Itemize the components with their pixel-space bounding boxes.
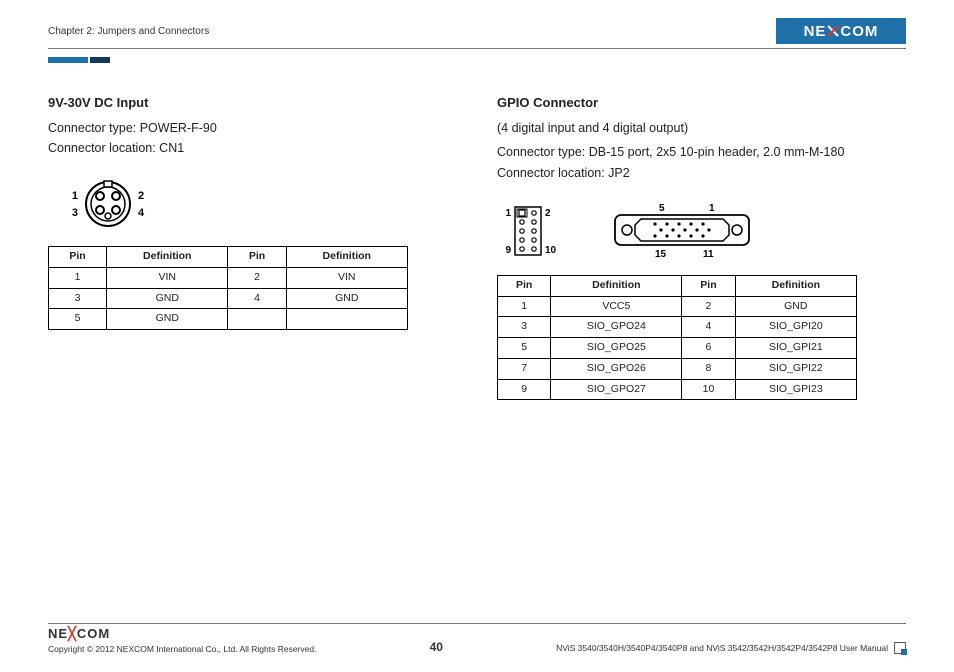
svg-text:10: 10: [545, 245, 557, 256]
svg-text:2: 2: [545, 208, 551, 219]
copyright-text: Copyright © 2012 NEXCOM International Co…: [48, 644, 316, 654]
th-pin: Pin: [498, 275, 551, 296]
th-pin: Pin: [228, 247, 286, 268]
table-row: 7SIO_GPO26 8SIO_GPI22: [498, 358, 857, 379]
table-header-row: Pin Definition Pin Definition: [49, 247, 408, 268]
gpio-location: Connector location: JP2: [497, 164, 906, 183]
pin-label-2: 2: [138, 190, 144, 202]
section-dc-input: 9V-30V DC Input Connector type: POWER-F-…: [48, 93, 457, 400]
svg-text:9: 9: [505, 245, 511, 256]
dc-input-type: Connector type: POWER-F-90: [48, 119, 457, 138]
gpio-pin-table: Pin Definition Pin Definition 1VCC5 2GND…: [497, 275, 857, 401]
brand-logo: NE COM: [776, 18, 906, 44]
table-row: 5SIO_GPO25 6SIO_GPI21: [498, 338, 857, 359]
gpio-title: GPIO Connector: [497, 93, 906, 113]
th-pin: Pin: [49, 247, 107, 268]
th-def: Definition: [107, 247, 228, 268]
th-def: Definition: [286, 247, 408, 268]
pin-label-3: 3: [72, 207, 78, 219]
gpio-type: Connector type: DB-15 port, 2x5 10-pin h…: [497, 143, 906, 162]
section-gpio: GPIO Connector (4 digital input and 4 di…: [497, 93, 906, 400]
logo-text-left: NE: [804, 23, 827, 40]
manual-title: NViS 3540/3540H/3540P4/3540P8 and NViS 3…: [556, 643, 888, 653]
table-row: 9SIO_GPO27 10SIO_GPI23: [498, 379, 857, 400]
th-def: Definition: [551, 275, 682, 296]
th-def: Definition: [735, 275, 856, 296]
page-number: 40: [406, 640, 466, 654]
table-row: 3 GND 4 GND: [49, 288, 408, 309]
table-header-row: Pin Definition Pin Definition: [498, 275, 857, 296]
table-row: 1VCC5 2GND: [498, 296, 857, 317]
gpio-sub: (4 digital input and 4 digital output): [497, 119, 906, 138]
footer-logo: NE╳COM: [48, 626, 316, 642]
table-row: 1 VIN 2 VIN: [49, 267, 408, 288]
svg-text:5: 5: [659, 203, 665, 214]
pin-label-1: 1: [72, 190, 78, 202]
dc-input-pin-table: Pin Definition Pin Definition 1 VIN 2 VI…: [48, 246, 408, 330]
header-accent: [48, 57, 906, 63]
dc-input-location: Connector location: CN1: [48, 139, 457, 158]
logo-text-right: COM: [840, 23, 878, 40]
chapter-title: Chapter 2: Jumpers and Connectors: [48, 26, 209, 37]
dc-input-title: 9V-30V DC Input: [48, 93, 457, 113]
th-pin: Pin: [682, 275, 735, 296]
footer-mark-icon: [894, 642, 906, 654]
gpio-diagram: 1 2 9 10 5 1: [497, 201, 906, 261]
table-row: 3SIO_GPO24 4SIO_GPI20: [498, 317, 857, 338]
dc-input-diagram: 1 2 3 4: [48, 176, 457, 232]
table-row: 5 GND: [49, 309, 408, 330]
svg-text:11: 11: [703, 249, 714, 260]
page-footer: NE╳COM Copyright © 2012 NEXCOM Internati…: [48, 623, 906, 654]
logo-x-icon: [826, 24, 840, 38]
svg-text:1: 1: [709, 203, 715, 214]
pin-label-4: 4: [138, 207, 145, 219]
svg-text:1: 1: [505, 208, 511, 219]
svg-text:15: 15: [655, 249, 667, 260]
page-header: Chapter 2: Jumpers and Connectors NE COM: [48, 18, 906, 49]
